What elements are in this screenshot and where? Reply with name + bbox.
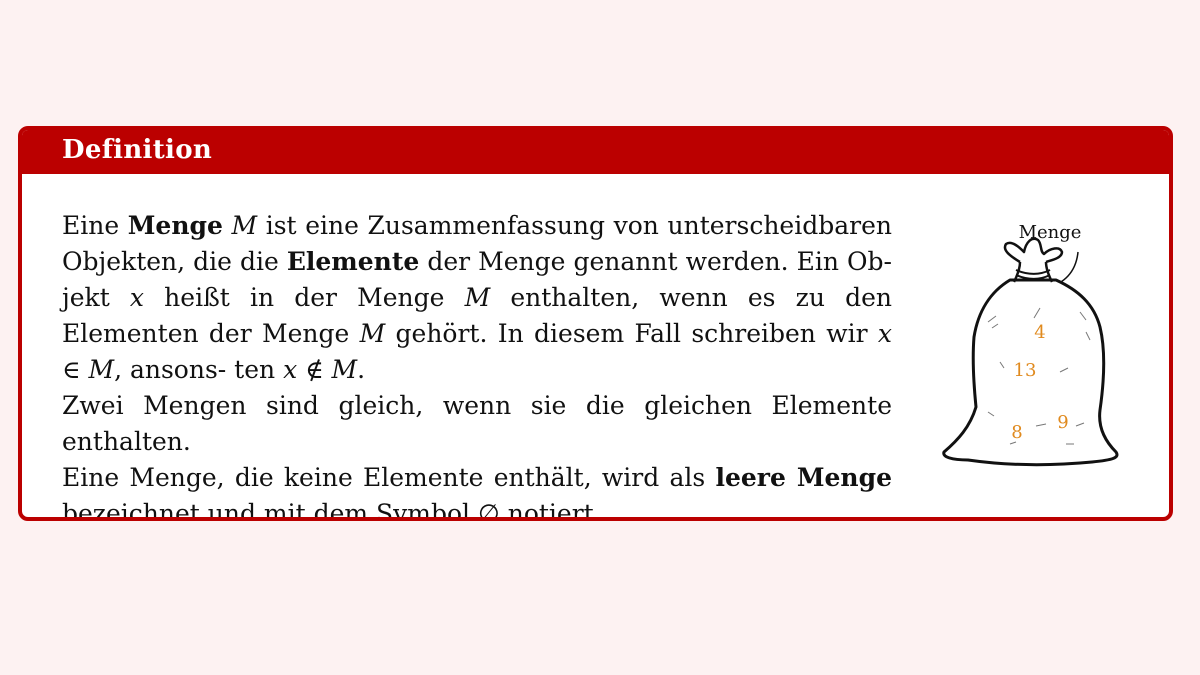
definition-header: Definition <box>22 130 1169 174</box>
text-run: . <box>357 355 366 384</box>
definition-box: Definition Eine Menge M ist eine Zusamme… <box>18 126 1173 521</box>
text-run: gehört. In diesem Fall schreiben wir <box>385 319 878 348</box>
set-element: 9 <box>1057 412 1068 433</box>
set-element: 4 <box>1034 322 1045 343</box>
math-variable: M <box>231 211 258 240</box>
text-run <box>223 211 232 240</box>
term-menge: Menge <box>127 211 223 240</box>
math-expression-not-element-of: x ∉ M <box>283 355 358 384</box>
set-element: 13 <box>1014 360 1037 381</box>
definition-paragraph-3: Eine Menge, die keine Elemente enthält, … <box>62 460 892 521</box>
text-run: Eine Menge, die keine Elemente enthält, … <box>62 463 716 492</box>
text-run: heißt in der Menge <box>144 283 465 312</box>
sack-tie <box>1015 269 1051 280</box>
text-run: , ansons- ten <box>114 355 284 384</box>
set-element: 8 <box>1011 422 1022 443</box>
sack-label: Menge <box>1019 222 1082 243</box>
definition-body: Eine Menge M ist eine Zusammenfassung vo… <box>62 208 892 521</box>
math-variable: M <box>464 283 491 312</box>
term-elemente: Elemente <box>286 247 420 276</box>
term-leere-menge: leere Menge <box>715 463 892 492</box>
math-variable: x <box>129 283 145 312</box>
definition-paragraph-2: Zwei Mengen sind gleich, wenn sie die gl… <box>62 391 892 456</box>
definition-title: Definition <box>62 135 213 165</box>
text-run: bezeichnet und mit dem Symbol ∅ notiert. <box>62 499 602 521</box>
math-variable: M <box>359 319 386 348</box>
definition-paragraph-1: Eine Menge M ist eine Zusammenfassung vo… <box>62 208 892 388</box>
text-run: Eine <box>62 211 128 240</box>
set-sack-illustration: Menge 4 13 8 9 <box>942 222 1119 467</box>
